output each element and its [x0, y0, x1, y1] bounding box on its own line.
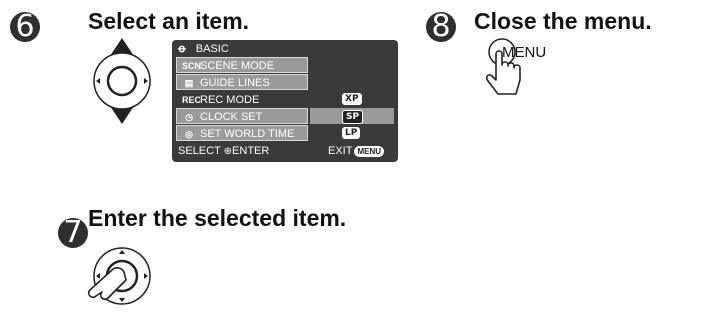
step-8-title: Close the menu. [474, 8, 652, 34]
up-down-dial-icon [93, 38, 151, 124]
press-dial-icon [87, 247, 151, 305]
menu-button-label: MENU [502, 44, 547, 61]
menu-item-clock-set[interactable]: ◷ CLOCK SET [176, 108, 308, 124]
menu-screen: ꝋ BASIC SCNSCENE MODE ▤ GUIDE LINES RECREC… [172, 40, 398, 162]
world-time-icon: ◎ [185, 129, 193, 139]
menu-item-set-world-time[interactable]: ◎ SET WORLD TIME [176, 125, 308, 141]
menu-item-label: REC MODE [200, 94, 260, 106]
clock-icon: ◷ [185, 112, 193, 122]
step-7-title: Enter the selected item. [88, 205, 347, 231]
menu-item-guide-lines[interactable]: ▤ GUIDE LINES [176, 74, 308, 90]
value-option-xp[interactable]: XP [310, 91, 394, 107]
footer-exit-label: EXIT [328, 145, 353, 157]
menu-footer-select: SELECT ⊕ENTER [178, 145, 269, 157]
value-option-sp[interactable]: SP [310, 108, 394, 124]
menu-item-label: SET WORLD TIME [200, 128, 295, 140]
menu-header-label: BASIC [195, 43, 229, 55]
menu-footer-exit: EXIT MENU [328, 145, 385, 157]
menu-item-label: SCENE MODE [200, 60, 274, 72]
footer-enter-label: ENTER [232, 145, 270, 157]
rec-mode-icon: REC [182, 95, 202, 105]
sp-badge: SP [342, 110, 364, 124]
joystick-small-icon: ⊕ [223, 146, 233, 157]
scene-mode-icon: SCN [182, 61, 202, 71]
footer-select-label: SELECT [178, 145, 221, 157]
menu-item-scene-mode[interactable]: SCNSCENE MODE [176, 57, 308, 73]
menu-header: ꝋ BASIC [178, 42, 229, 55]
lp-badge: LP [342, 127, 361, 139]
joystick-icon: ꝋ [178, 43, 186, 55]
guide-lines-icon: ▤ [184, 78, 194, 88]
menu-item-rec-mode[interactable]: RECREC MODE [176, 91, 308, 107]
xp-badge: XP [342, 93, 362, 105]
value-option-lp[interactable]: LP [310, 125, 394, 141]
step-6-number: 6 [10, 12, 40, 42]
menu-item-label: GUIDE LINES [200, 77, 270, 89]
menu-badge: MENU [354, 146, 385, 157]
menu-item-label: CLOCK SET [200, 111, 263, 123]
step-8-number: 8 [426, 12, 456, 42]
step-6-title: Select an item. [88, 8, 250, 34]
